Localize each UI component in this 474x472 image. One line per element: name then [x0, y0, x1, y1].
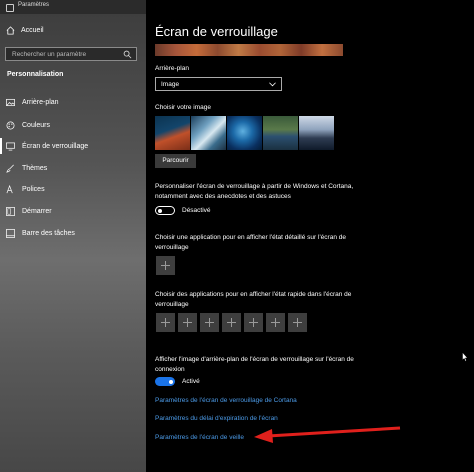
screen-saver-settings-link[interactable]: Paramètres de l'écran de veille	[155, 434, 244, 441]
background-dropdown[interactable]: Image	[155, 77, 282, 91]
image-thumbnail[interactable]	[191, 116, 226, 150]
sidebar-item-colors[interactable]: Couleurs	[6, 120, 50, 130]
sidebar-item-lock-screen[interactable]: Écran de verrouillage	[0, 138, 89, 154]
choose-image-label: Choisir votre image	[155, 104, 211, 111]
search-input[interactable]: Rechercher un paramètre	[5, 47, 137, 61]
quick-apps-description: Choisir des applications pour en affiche…	[155, 291, 352, 308]
browse-button[interactable]: Parcourir	[155, 154, 196, 168]
image-thumbnail[interactable]	[299, 116, 334, 150]
image-thumbnail[interactable]	[263, 116, 298, 150]
screen-timeout-settings-link[interactable]: Paramètres du délai d'expiration de l'éc…	[155, 415, 278, 422]
sidebar-item-label: Barre des tâches	[22, 229, 75, 237]
quick-app-add-button[interactable]	[200, 313, 219, 332]
home-link[interactable]: Accueil	[6, 26, 44, 35]
background-label: Arrière-plan	[155, 65, 189, 72]
home-label: Accueil	[21, 27, 44, 34]
title-bar: Paramètres	[0, 0, 146, 14]
taskbar-icon	[6, 228, 15, 238]
brush-icon	[6, 164, 14, 173]
main-content: Écran de verrouillage Arrière-plan Image…	[146, 0, 474, 472]
detailed-app-description: Choisir une application pour en afficher…	[155, 234, 346, 251]
picture-icon	[6, 98, 15, 106]
sidebar-item-themes[interactable]: Thèmes	[6, 163, 47, 173]
sidebar-item-background[interactable]: Arrière-plan	[6, 97, 59, 107]
image-thumbnail[interactable]	[155, 116, 190, 150]
signin-background-state: Activé	[182, 378, 200, 385]
page-title: Écran de verrouillage	[155, 24, 278, 39]
home-icon	[6, 26, 15, 35]
quick-app-add-button[interactable]	[178, 313, 197, 332]
sidebar-item-fonts[interactable]: Polices	[6, 184, 45, 194]
monitor-icon	[6, 142, 15, 150]
signin-background-description: Afficher l'image d'arrière-plan de l'écr…	[155, 356, 354, 373]
background-dropdown-value: Image	[161, 81, 180, 88]
app-icon	[6, 4, 14, 12]
sidebar-item-label: Démarrer	[22, 207, 52, 215]
cortana-lock-settings-link[interactable]: Paramètres de l'écran de verrouillage de…	[155, 397, 297, 404]
section-title: Personnalisation	[7, 71, 64, 78]
quick-app-add-button[interactable]	[156, 313, 175, 332]
image-thumbnails	[155, 116, 334, 150]
quick-app-add-button[interactable]	[288, 313, 307, 332]
quick-app-add-button[interactable]	[266, 313, 285, 332]
sidebar-item-label: Polices	[22, 185, 45, 193]
start-icon	[6, 206, 15, 216]
sidebar: Paramètres Accueil Rechercher un paramèt…	[0, 0, 146, 472]
signin-background-toggle[interactable]	[155, 377, 175, 386]
quick-app-add-button[interactable]	[244, 313, 263, 332]
fun-facts-toggle[interactable]	[155, 206, 175, 215]
window-title: Paramètres	[18, 2, 50, 8]
chevron-down-icon	[269, 82, 276, 87]
fun-facts-description: Personnaliser l'écran de verrouillage à …	[155, 183, 354, 200]
quick-app-add-button[interactable]	[222, 313, 241, 332]
fun-facts-state: Désactivé	[182, 207, 211, 214]
sidebar-item-taskbar[interactable]: Barre des tâches	[6, 228, 75, 238]
sidebar-item-label: Écran de verrouillage	[22, 142, 89, 150]
sidebar-item-label: Couleurs	[22, 121, 51, 129]
search-icon[interactable]	[123, 50, 132, 59]
sidebar-item-label: Thèmes	[22, 164, 48, 172]
detailed-app-add-button[interactable]	[156, 256, 175, 275]
palette-icon	[6, 121, 15, 129]
sidebar-item-start[interactable]: Démarrer	[6, 206, 52, 216]
settings-window: Paramètres Accueil Rechercher un paramèt…	[0, 0, 474, 472]
mouse-cursor-icon	[462, 352, 468, 362]
font-icon	[6, 184, 13, 193]
lock-screen-preview	[155, 44, 343, 56]
search-placeholder: Rechercher un paramètre	[12, 51, 87, 58]
image-thumbnail[interactable]	[227, 116, 262, 150]
sidebar-item-label: Arrière-plan	[22, 98, 59, 106]
